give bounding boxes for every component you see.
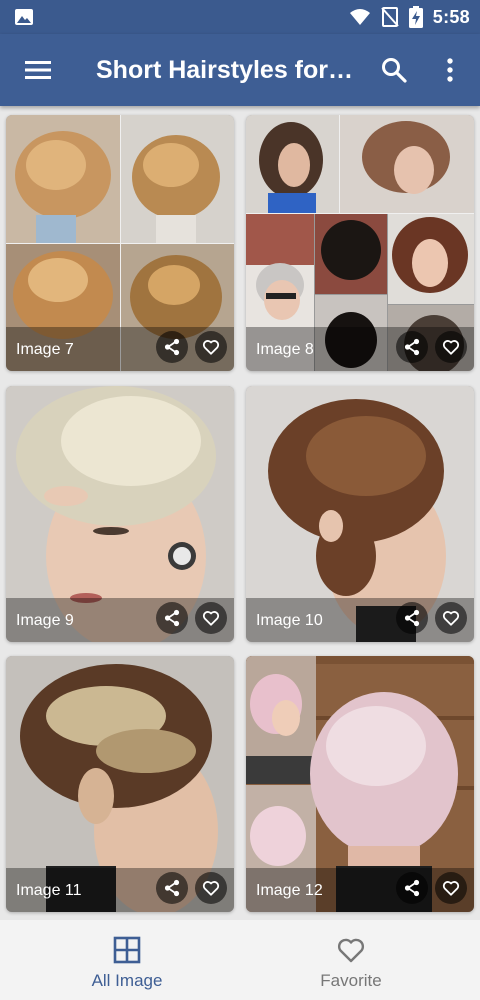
share-button[interactable]: [156, 602, 188, 634]
status-time: 5:58: [432, 6, 470, 27]
favorite-button[interactable]: [195, 872, 227, 904]
status-bar: 5:58: [0, 0, 480, 34]
image-card[interactable]: Image 7: [6, 115, 234, 371]
share-icon: [404, 338, 420, 356]
menu-icon: [25, 61, 51, 79]
favorite-button[interactable]: [435, 602, 467, 634]
share-button[interactable]: [396, 872, 428, 904]
share-icon: [164, 338, 180, 356]
heart-icon: [337, 938, 365, 963]
search-icon: [382, 58, 407, 83]
image-grid: Image 7 Image 8 Image 9 Image 10 Image 1…: [0, 106, 480, 920]
grid-icon: [113, 936, 141, 964]
favorite-button[interactable]: [435, 331, 467, 363]
image-caption: Image 10: [256, 612, 323, 629]
image-caption: Image 9: [16, 612, 74, 629]
share-button[interactable]: [156, 331, 188, 363]
bottom-navigation: All Image Favorite: [0, 920, 480, 1000]
heart-icon: [202, 611, 220, 626]
heart-icon: [442, 881, 460, 896]
share-icon: [164, 609, 180, 627]
share-button[interactable]: [156, 872, 188, 904]
no-signal-icon: [381, 7, 399, 27]
more-vert-icon: [447, 58, 453, 82]
heart-icon: [202, 881, 220, 896]
favorite-button[interactable]: [195, 331, 227, 363]
share-icon: [404, 879, 420, 897]
heart-icon: [442, 340, 460, 355]
menu-button[interactable]: [18, 52, 58, 88]
page-title: Short Hairstyles for…: [96, 56, 354, 84]
more-options-button[interactable]: [430, 52, 470, 88]
favorite-button[interactable]: [435, 872, 467, 904]
image-caption: Image 8: [256, 341, 314, 358]
nav-label: Favorite: [320, 971, 382, 990]
nav-item-all-image[interactable]: All Image: [7, 920, 247, 1000]
image-card[interactable]: Image 12: [246, 656, 474, 912]
image-card[interactable]: Image 8: [246, 115, 474, 371]
image-caption: Image 11: [16, 882, 82, 899]
image-caption: Image 12: [256, 882, 323, 899]
image-card[interactable]: Image 11: [6, 656, 234, 912]
nav-label: All Image: [91, 971, 163, 990]
share-icon: [164, 879, 180, 897]
share-icon: [404, 609, 420, 627]
heart-icon: [442, 611, 460, 626]
wifi-icon: [349, 9, 370, 25]
favorite-button[interactable]: [195, 602, 227, 634]
share-button[interactable]: [396, 602, 428, 634]
heart-icon: [202, 340, 220, 355]
share-button[interactable]: [396, 331, 428, 363]
image-card[interactable]: Image 10: [246, 386, 474, 642]
nav-item-favorite[interactable]: Favorite: [231, 920, 471, 1000]
search-button[interactable]: [374, 52, 414, 88]
battery-charging-icon: [408, 6, 423, 28]
image-caption: Image 7: [16, 341, 74, 358]
gallery-icon: [15, 9, 33, 25]
image-card[interactable]: Image 9: [6, 386, 234, 642]
app-bar: Short Hairstyles for…: [0, 34, 480, 106]
